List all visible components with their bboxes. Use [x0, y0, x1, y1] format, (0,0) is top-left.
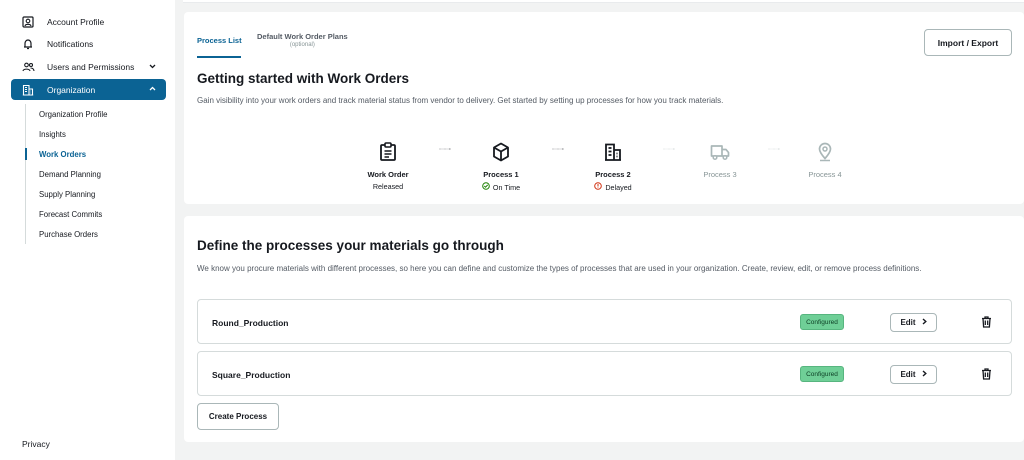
truck-icon [675, 141, 765, 163]
active-tab-underline [197, 56, 241, 58]
sidebar-item-users-and-permissions[interactable]: Users and Permissions [11, 57, 166, 77]
sidebar-item-label: Users and Permissions [47, 62, 135, 72]
subnav-work-orders[interactable]: Work Orders [39, 150, 86, 159]
step-status: Released [343, 182, 433, 191]
box-icon [456, 141, 546, 163]
building-icon [20, 83, 36, 97]
tab-default-work-order-plans[interactable]: Default Work Order Plans (optional) [257, 32, 348, 50]
top-strip [183, 0, 1024, 3]
chevron-up-icon[interactable] [149, 84, 156, 93]
trash-icon[interactable] [978, 313, 994, 331]
step-status-text: Released [372, 182, 404, 191]
edit-button[interactable]: Edit [890, 365, 937, 384]
dashed-arrow-icon [552, 148, 564, 150]
clipboard-icon [343, 141, 433, 163]
tab-optional-note: (optional) [289, 42, 315, 48]
status-badge: Configured [800, 314, 844, 330]
step-name: Process 1 [483, 170, 519, 179]
subnav-forecast-commits[interactable]: Forecast Commits [39, 210, 102, 219]
process-name: Round_Production [212, 318, 289, 328]
step-name: Process 2 [595, 170, 631, 179]
users-icon [20, 60, 36, 74]
process-row: Square_Production Configured Edit [197, 351, 1012, 396]
sidebar: Account Profile Notifications Users and … [0, 0, 175, 460]
dashed-arrow-icon [768, 148, 780, 150]
step-process-1: Process 1 On Time [456, 141, 546, 192]
sidebar-item-notifications[interactable]: Notifications [11, 34, 166, 54]
getting-started-description: Gain visibility into your work orders an… [197, 96, 724, 105]
step-process-4: Process 4 [780, 141, 870, 179]
create-process-button[interactable]: Create Process [197, 403, 279, 430]
sidebar-item-label: Account Profile [47, 17, 105, 27]
tab-process-list[interactable]: Process List [197, 36, 242, 45]
step-status-text: On Time [492, 182, 521, 192]
process-name: Square_Production [212, 370, 291, 380]
chevron-right-icon [922, 318, 927, 327]
subnav-purchase-orders[interactable]: Purchase Orders [39, 230, 98, 239]
step-name: Process 3 [703, 170, 737, 179]
subnav-organization-profile[interactable]: Organization Profile [39, 110, 107, 119]
step-status-text: Delayed [605, 182, 632, 192]
getting-started-panel: Process List Default Work Order Plans (o… [184, 12, 1024, 204]
factory-icon [568, 141, 658, 163]
edit-button[interactable]: Edit [890, 313, 937, 332]
chevron-down-icon[interactable] [149, 62, 156, 71]
sidebar-item-account-profile[interactable]: Account Profile [11, 12, 166, 32]
subnav-insights[interactable]: Insights [39, 130, 66, 139]
step-name: Process 4 [808, 170, 842, 179]
location-pin-icon [780, 141, 870, 163]
organization-subnav: Organization Profile Insights Work Order… [25, 104, 165, 244]
tab-label: Default Work Order Plans [257, 32, 348, 41]
sidebar-item-label: Notifications [47, 39, 94, 49]
step-work-order: Work Order Released [343, 141, 433, 191]
subnav-supply-planning[interactable]: Supply Planning [39, 190, 95, 199]
dashed-arrow-icon [439, 148, 451, 150]
warning-circle-icon [594, 182, 603, 192]
process-row: Round_Production Configured Edit [197, 299, 1012, 344]
step-name: Work Order [367, 170, 409, 179]
define-processes-panel: Define the processes your materials go t… [184, 216, 1024, 442]
define-processes-description: We know you procure materials with diffe… [197, 264, 922, 273]
edit-label: Edit [900, 318, 916, 327]
sidebar-item-organization[interactable]: Organization [11, 79, 166, 100]
privacy-link[interactable]: Privacy [22, 439, 50, 449]
chevron-right-icon [922, 370, 927, 379]
step-status: Delayed [568, 182, 658, 192]
trash-icon[interactable] [978, 365, 994, 383]
edit-label: Edit [900, 370, 916, 379]
check-circle-icon [482, 182, 490, 192]
define-processes-title: Define the processes your materials go t… [197, 238, 504, 253]
step-process-3: Process 3 [675, 141, 765, 179]
account-icon [20, 15, 36, 29]
status-badge: Configured [800, 366, 844, 382]
active-indicator [25, 148, 27, 160]
getting-started-title: Getting started with Work Orders [197, 71, 410, 86]
import-export-button[interactable]: Import / Export [924, 29, 1012, 56]
bell-icon [20, 37, 36, 51]
dashed-arrow-icon [663, 148, 675, 150]
subnav-demand-planning[interactable]: Demand Planning [39, 170, 101, 179]
step-status: On Time [456, 182, 546, 192]
sidebar-item-label: Organization [47, 84, 96, 95]
